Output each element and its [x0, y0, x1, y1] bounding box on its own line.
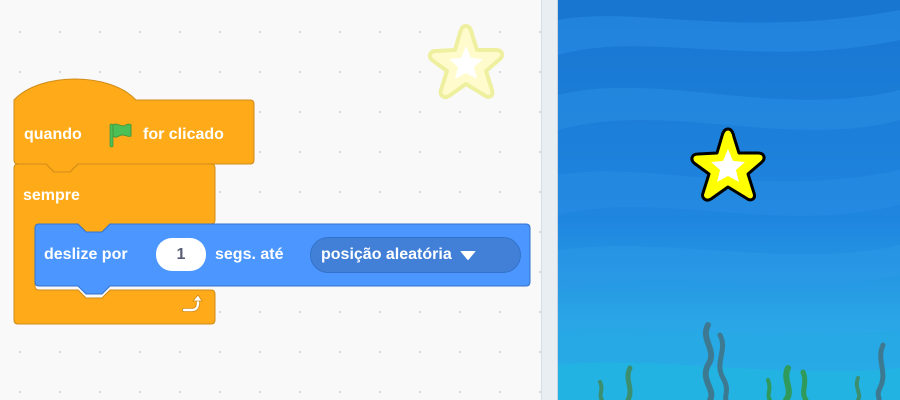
- glide-block-label-start: deslize por: [44, 246, 128, 263]
- panel-divider[interactable]: [541, 0, 558, 400]
- loop-arrow-icon: [182, 294, 203, 312]
- code-area[interactable]: quando for clicado sempre deslize por 1 …: [0, 0, 541, 400]
- hat-block-label-end: for clicado: [143, 126, 224, 143]
- star-sprite-icon[interactable]: [684, 125, 768, 209]
- target-dropdown-value: posição aleatória: [321, 246, 452, 263]
- forever-block-label: sempre: [23, 187, 80, 204]
- green-flag-icon: [109, 123, 132, 148]
- target-dropdown[interactable]: posição aleatória: [310, 237, 521, 273]
- dropdown-arrow-icon: [460, 251, 476, 260]
- hat-block-label-start: quando: [24, 126, 82, 143]
- script-stack[interactable]: [0, 0, 541, 400]
- stage[interactable]: [558, 0, 900, 400]
- glide-block-label-middle: segs. até: [215, 246, 284, 263]
- seconds-input[interactable]: 1: [156, 238, 206, 271]
